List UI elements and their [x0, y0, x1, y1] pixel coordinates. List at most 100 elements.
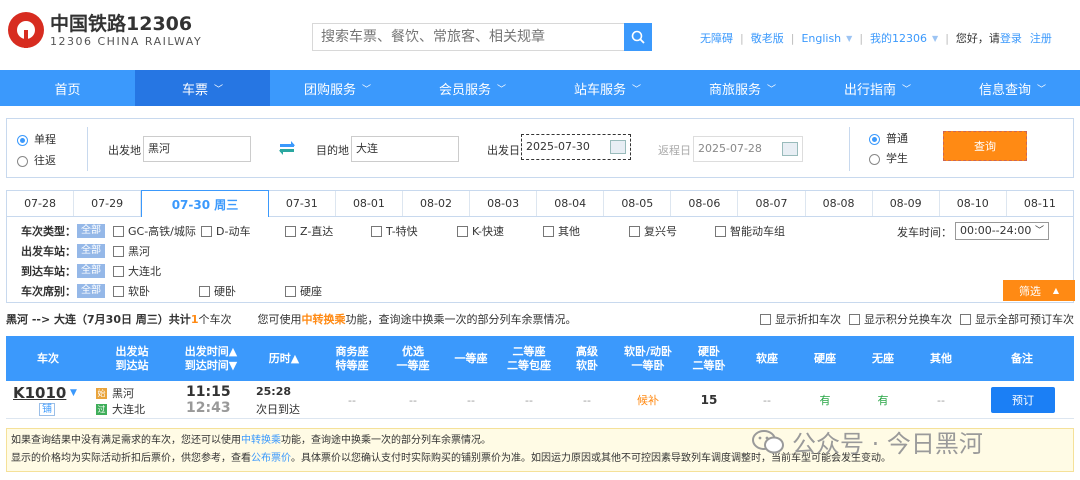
date-tab[interactable]: 08-02 — [403, 191, 471, 216]
type-option[interactable]: Z-直达 — [285, 223, 371, 239]
search-button[interactable] — [624, 23, 652, 51]
date-tab[interactable]: 08-10 — [940, 191, 1007, 216]
station-option[interactable]: 大连北 — [113, 263, 161, 279]
radio-icon — [869, 153, 880, 165]
option-label: 显示折扣车次 — [775, 313, 841, 326]
nav-info[interactable]: 信息查询 ﹀ — [945, 70, 1080, 106]
from-field[interactable]: 黑河 — [143, 136, 251, 162]
all-button[interactable]: 全部 — [77, 284, 105, 298]
logo-subtitle: 12306 CHINA RAILWAY — [50, 34, 203, 48]
type-option[interactable]: 复兴号 — [629, 223, 715, 239]
type-option[interactable]: 其他 — [543, 223, 629, 239]
roundtrip-radio[interactable]: 往返 — [17, 152, 56, 168]
option-label: 复兴号 — [644, 225, 677, 238]
type-option[interactable]: GC-高铁/城际 — [113, 223, 201, 239]
student-radio[interactable]: 学生 — [869, 150, 908, 166]
arrive-time: 12:43 — [186, 400, 231, 416]
login-link[interactable]: 登录 — [1000, 30, 1022, 46]
col-label: 二等包座 — [507, 358, 551, 372]
nav-home[interactable]: 首页 — [0, 70, 135, 106]
checkbox-icon — [715, 225, 726, 237]
all-button[interactable]: 全部 — [77, 244, 105, 258]
logo[interactable]: 中国铁路12306 12306 CHINA RAILWAY — [8, 12, 202, 48]
points-option[interactable]: 显示积分兑换车次 — [849, 311, 952, 327]
chevron-down-icon: ▼ — [846, 33, 853, 43]
col-soft-sleeper: 软卧/动卧 一等卧 — [616, 336, 680, 381]
nav-label: 信息查询 — [978, 82, 1031, 98]
oneway-radio[interactable]: 单程 — [17, 131, 56, 147]
date-tab[interactable]: 08-07 — [738, 191, 806, 216]
type-option[interactable]: 智能动车组 — [715, 223, 785, 239]
header: 中国铁路12306 12306 CHINA RAILWAY 无障碍| 敬老版| … — [0, 0, 1080, 106]
date-tab[interactable]: 08-03 — [470, 191, 538, 216]
seat-option[interactable]: 硬卧 — [199, 283, 285, 299]
nav-station[interactable]: 站车服务 ﹀ — [540, 70, 675, 106]
greeting: 您好，请 — [955, 32, 1000, 45]
chevron-up-icon: ▲ — [1052, 286, 1060, 295]
type-option[interactable]: T-特快 — [371, 223, 457, 239]
nav-group[interactable]: 团购服务 ﹀ — [270, 70, 405, 106]
date-tab[interactable]: 08-05 — [604, 191, 672, 216]
date-tab[interactable]: 08-11 — [1007, 191, 1073, 216]
date-tab[interactable]: 07-31 — [269, 191, 336, 216]
book-button[interactable]: 预订 — [991, 387, 1055, 413]
nav-tickets[interactable]: 车票 ﹀ — [135, 70, 270, 106]
link-english[interactable]: English — [801, 32, 841, 45]
date-tab-active[interactable]: 07-30 周三 — [141, 190, 269, 218]
seat-option[interactable]: 硬座 — [285, 283, 322, 299]
time-select[interactable]: 00:00--24:00 ﹀ — [955, 222, 1049, 240]
type-option[interactable]: D-动车 — [201, 223, 285, 239]
notice-text: 如果查询结果中没有满足需求的车次，您还可以使用 — [11, 435, 241, 446]
depart-date-field[interactable]: 2025-07-30 — [521, 134, 631, 160]
filter-button[interactable]: 筛选 ▲ — [1003, 280, 1075, 301]
query-button[interactable]: 查询 — [943, 131, 1027, 161]
type-option[interactable]: K-快速 — [457, 223, 543, 239]
date-tab[interactable]: 08-09 — [873, 191, 940, 216]
col-train[interactable]: 车次 — [6, 336, 90, 381]
type-filter-row: 车次类型： 全部 GC-高铁/城际 D-动车 Z-直达 T-特快 K-快速 其他… — [21, 223, 785, 239]
search-input[interactable] — [313, 24, 624, 50]
transfer-link[interactable]: 中转换乘 — [301, 311, 345, 327]
col-times[interactable]: 出发时间▲ 到达时间▼ — [174, 336, 248, 381]
soft-sleeper-cell[interactable]: 候补 — [616, 381, 680, 419]
to-field[interactable]: 大连 — [351, 136, 459, 162]
hard-seat-cell[interactable]: 有 — [796, 381, 854, 419]
col-duration[interactable]: 历时▲ — [248, 336, 320, 381]
date-tab[interactable]: 08-06 — [671, 191, 739, 216]
nav-guide[interactable]: 出行指南 ﹀ — [810, 70, 945, 106]
all-button[interactable]: 全部 — [77, 224, 105, 238]
col-hard-seat: 硬座 — [814, 351, 836, 365]
all-button[interactable]: 全部 — [77, 264, 105, 278]
no-seat-cell[interactable]: 有 — [854, 381, 912, 419]
date-tab[interactable]: 08-01 — [336, 191, 403, 216]
date-tab[interactable]: 07-28 — [7, 191, 75, 216]
radio-label: 单程 — [34, 133, 56, 146]
link-accessibility[interactable]: 无障碍 — [700, 30, 733, 46]
price-link[interactable]: 公布票价 — [251, 453, 291, 464]
option-label: 硬座 — [300, 285, 322, 298]
transfer-link[interactable]: 中转换乘 — [241, 435, 281, 446]
bookable-option[interactable]: 显示全部可预订车次 — [960, 311, 1074, 327]
normal-radio[interactable]: 普通 — [869, 130, 908, 146]
date-tab[interactable]: 08-08 — [806, 191, 873, 216]
link-my12306[interactable]: 我的12306 — [870, 30, 927, 46]
train-number[interactable]: K1010 — [13, 384, 66, 402]
link-elderly[interactable]: 敬老版 — [751, 30, 784, 46]
station-option[interactable]: 黑河 — [113, 243, 150, 259]
date-tab[interactable]: 08-04 — [537, 191, 605, 216]
nav-business[interactable]: 商旅服务 ﹀ — [675, 70, 810, 106]
hard-sleeper-cell[interactable]: 15 — [680, 381, 738, 419]
date-tab[interactable]: 07-29 — [74, 191, 142, 216]
time-label: 发车时间： — [897, 226, 952, 239]
return-date-value: 2025-07-28 — [698, 142, 762, 155]
table-header: 车次 出发站 到达站 出发时间▲ 到达时间▼ 历时▲ 商务座 特等座 优选 一等座 一等… — [6, 336, 1074, 381]
register-link[interactable]: 注册 — [1030, 30, 1052, 46]
return-date-field[interactable]: 2025-07-28 — [693, 136, 803, 162]
seat-option[interactable]: 软卧 — [113, 283, 199, 299]
date-tabs: 07-28 07-29 07-30 周三 07-31 08-01 08-02 0… — [6, 190, 1074, 218]
chevron-down-icon[interactable]: ▼ — [70, 388, 77, 398]
discount-option[interactable]: 显示折扣车次 — [760, 311, 841, 327]
nav-member[interactable]: 会员服务 ﹀ — [405, 70, 540, 106]
logo-title: 中国铁路12306 — [50, 12, 193, 35]
swap-icon[interactable] — [279, 141, 295, 158]
